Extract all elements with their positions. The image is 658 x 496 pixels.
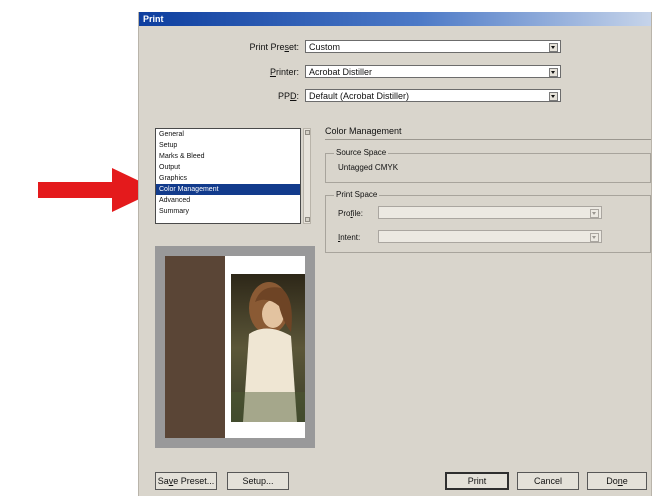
print-button[interactable]: Print xyxy=(445,472,509,490)
printer-row: Printer: Acrobat Distiller xyxy=(139,65,561,78)
print-preview xyxy=(155,246,315,448)
window-title: Print xyxy=(139,12,651,26)
intent-select[interactable] xyxy=(378,230,602,243)
page: Print Print Preset: Custom Printer: Acro… xyxy=(0,0,658,496)
printer-label: Printer: xyxy=(269,66,299,77)
category-item-marks-bleed[interactable]: Marks & Bleed xyxy=(156,151,300,162)
scroll-down-button[interactable] xyxy=(305,217,310,222)
category-item-output[interactable]: Output xyxy=(156,162,300,173)
category-item-graphics[interactable]: Graphics xyxy=(156,173,300,184)
print-preset-select[interactable]: Custom xyxy=(305,40,561,53)
save-preset-button[interactable]: Save Preset... xyxy=(155,472,217,490)
dropdown-arrow-icon[interactable] xyxy=(549,92,558,101)
print-preset-value: Custom xyxy=(309,42,341,52)
category-item-setup[interactable]: Setup xyxy=(156,140,300,151)
category-list[interactable]: General Setup Marks & Bleed Output Graph… xyxy=(155,128,301,224)
profile-select[interactable] xyxy=(378,206,602,219)
ppd-value: Default (Acrobat Distiller) xyxy=(309,91,410,101)
panel-title-divider xyxy=(325,139,651,140)
print-preset-label: Print Preset: xyxy=(249,41,299,52)
preview-photo xyxy=(231,274,305,422)
print-preset-row: Print Preset: Custom xyxy=(139,40,561,53)
print-space-group: Print Space Profile: Intent: xyxy=(325,190,651,253)
dropdown-arrow-icon[interactable] xyxy=(549,68,558,77)
source-space-value: Untagged CMYK xyxy=(338,163,399,172)
print-space-label: Print Space xyxy=(334,190,380,199)
cancel-button[interactable]: Cancel xyxy=(517,472,579,490)
preview-page xyxy=(165,256,305,438)
done-button[interactable]: Done xyxy=(587,472,647,490)
dropdown-arrow-icon[interactable] xyxy=(549,43,558,52)
printer-select[interactable]: Acrobat Distiller xyxy=(305,65,561,78)
source-space-group: Source Space Untagged CMYK xyxy=(325,148,651,183)
dropdown-arrow-icon[interactable] xyxy=(590,233,599,242)
source-space-label: Source Space xyxy=(334,148,389,157)
intent-label: Intent: xyxy=(338,233,361,242)
print-dialog: Print Print Preset: Custom Printer: Acro… xyxy=(138,12,652,496)
category-item-summary[interactable]: Summary xyxy=(156,206,300,217)
ppd-row: PPD: Default (Acrobat Distiller) xyxy=(139,89,561,102)
printer-value: Acrobat Distiller xyxy=(309,67,373,77)
setup-button[interactable]: Setup... xyxy=(227,472,289,490)
category-item-advanced[interactable]: Advanced xyxy=(156,195,300,206)
ppd-select[interactable]: Default (Acrobat Distiller) xyxy=(305,89,561,102)
dropdown-arrow-icon[interactable] xyxy=(590,209,599,218)
scroll-up-button[interactable] xyxy=(305,130,310,135)
category-scrollbar[interactable] xyxy=(303,128,311,224)
preview-brown-panel xyxy=(165,256,225,438)
profile-label: Profile: xyxy=(338,209,363,218)
category-item-general[interactable]: General xyxy=(156,129,300,140)
category-item-color-management[interactable]: Color Management xyxy=(156,184,300,195)
ppd-label: PPD: xyxy=(277,90,299,101)
panel-title: Color Management xyxy=(325,126,402,136)
